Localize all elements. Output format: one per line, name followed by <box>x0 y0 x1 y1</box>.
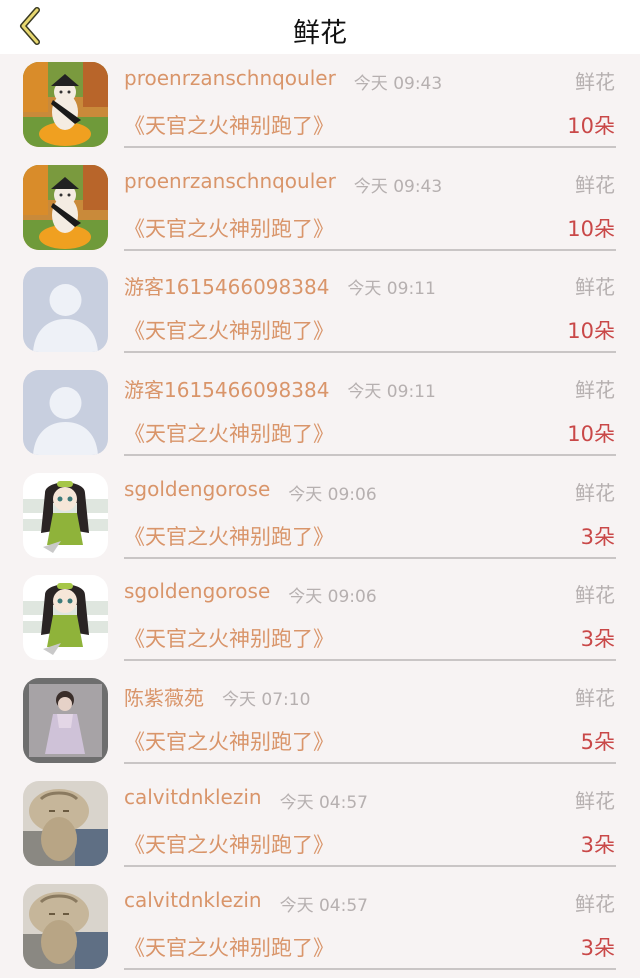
book-title[interactable]: 《天官之火神别跑了》 <box>124 726 334 756</box>
timestamp: 今天 07:10 <box>222 685 310 710</box>
timestamp: 今天 09:06 <box>288 582 376 607</box>
timestamp: 今天 04:57 <box>280 788 368 813</box>
default-avatar <box>23 267 108 352</box>
user-name[interactable]: calvitdnklezin <box>124 785 262 809</box>
gift-type-label: 鲜花 <box>575 477 615 506</box>
list-item[interactable]: 游客1615466098384 今天 09:11 鲜花 《天官之火神别跑了》 1… <box>0 362 640 465</box>
avatar[interactable] <box>23 884 108 969</box>
list-item[interactable]: 陈紫薇苑 今天 07:10 鲜花 《天官之火神别跑了》 5朵 <box>0 670 640 773</box>
user-name[interactable]: 游客1615466098384 <box>124 271 329 300</box>
avatar[interactable] <box>23 62 108 147</box>
cat-avatar <box>23 165 108 250</box>
book-title[interactable]: 《天官之火神别跑了》 <box>124 110 334 140</box>
divider <box>124 968 616 970</box>
list-item[interactable]: proenrzanschnqouler 今天 09:43 鲜花 《天官之火神别跑… <box>0 54 640 157</box>
flower-count: 10朵 <box>567 315 615 345</box>
list-item[interactable]: proenrzanschnqouler 今天 09:43 鲜花 《天官之火神别跑… <box>0 157 640 260</box>
avatar[interactable] <box>23 165 108 250</box>
book-title[interactable]: 《天官之火神别跑了》 <box>124 315 334 345</box>
user-name[interactable]: calvitdnklezin <box>124 888 262 912</box>
gift-type-label: 鲜花 <box>575 682 615 711</box>
anime-girl-avatar <box>23 575 108 660</box>
timestamp: 今天 09:06 <box>288 480 376 505</box>
anime-girl-avatar <box>23 473 108 558</box>
nav-bar: 鲜花 <box>0 0 640 54</box>
list-item[interactable]: sgoldengorose 今天 09:06 鲜花 《天官之火神别跑了》 3朵 <box>0 465 640 568</box>
divider <box>124 865 616 867</box>
book-title[interactable]: 《天官之火神别跑了》 <box>124 418 334 448</box>
book-title[interactable]: 《天官之火神别跑了》 <box>124 829 334 859</box>
sleeping-cat-avatar <box>23 884 108 969</box>
user-name[interactable]: proenrzanschnqouler <box>124 169 336 193</box>
avatar[interactable] <box>23 678 108 763</box>
timestamp: 今天 09:11 <box>347 377 435 402</box>
gift-type-label: 鲜花 <box>575 579 615 608</box>
gift-type-label: 鲜花 <box>575 374 615 403</box>
sleeping-cat-avatar <box>23 781 108 866</box>
flower-count: 10朵 <box>567 418 615 448</box>
timestamp: 今天 09:43 <box>354 172 442 197</box>
gift-type-label: 鲜花 <box>575 271 615 300</box>
avatar[interactable] <box>23 267 108 352</box>
divider <box>124 762 616 764</box>
divider <box>124 454 616 456</box>
timestamp: 今天 04:57 <box>280 891 368 916</box>
flower-gift-list: proenrzanschnqouler 今天 09:43 鲜花 《天官之火神别跑… <box>0 54 640 978</box>
cat-avatar <box>23 62 108 147</box>
book-title[interactable]: 《天官之火神别跑了》 <box>124 623 334 653</box>
user-name[interactable]: sgoldengorose <box>124 477 270 501</box>
timestamp: 今天 09:43 <box>354 69 442 94</box>
flower-count: 3朵 <box>581 623 615 653</box>
flower-count: 3朵 <box>581 829 615 859</box>
flower-count: 5朵 <box>581 726 615 756</box>
user-name[interactable]: proenrzanschnqouler <box>124 66 336 90</box>
divider <box>124 659 616 661</box>
user-name[interactable]: 陈紫薇苑 <box>124 682 204 711</box>
divider <box>124 146 616 148</box>
flower-count: 10朵 <box>567 213 615 243</box>
flower-count: 3朵 <box>581 932 615 962</box>
avatar[interactable] <box>23 370 108 455</box>
avatar[interactable] <box>23 781 108 866</box>
divider <box>124 557 616 559</box>
book-title[interactable]: 《天官之火神别跑了》 <box>124 932 334 962</box>
user-name[interactable]: 游客1615466098384 <box>124 374 329 403</box>
flower-count: 10朵 <box>567 110 615 140</box>
list-item[interactable]: calvitdnklezin 今天 04:57 鲜花 《天官之火神别跑了》 3朵 <box>0 773 640 876</box>
portrait-avatar <box>23 678 108 763</box>
timestamp: 今天 09:11 <box>347 274 435 299</box>
page-title: 鲜花 <box>0 14 640 54</box>
avatar[interactable] <box>23 575 108 660</box>
gift-type-label: 鲜花 <box>575 785 615 814</box>
book-title[interactable]: 《天官之火神别跑了》 <box>124 213 334 243</box>
list-item[interactable]: sgoldengorose 今天 09:06 鲜花 《天官之火神别跑了》 3朵 <box>0 567 640 670</box>
user-name[interactable]: sgoldengorose <box>124 579 270 603</box>
gift-type-label: 鲜花 <box>575 66 615 95</box>
book-title[interactable]: 《天官之火神别跑了》 <box>124 521 334 551</box>
gift-type-label: 鲜花 <box>575 169 615 198</box>
divider <box>124 351 616 353</box>
default-avatar <box>23 370 108 455</box>
list-item[interactable]: 游客1615466098384 今天 09:11 鲜花 《天官之火神别跑了》 1… <box>0 259 640 362</box>
gift-type-label: 鲜花 <box>575 888 615 917</box>
divider <box>124 249 616 251</box>
flower-count: 3朵 <box>581 521 615 551</box>
avatar[interactable] <box>23 473 108 558</box>
